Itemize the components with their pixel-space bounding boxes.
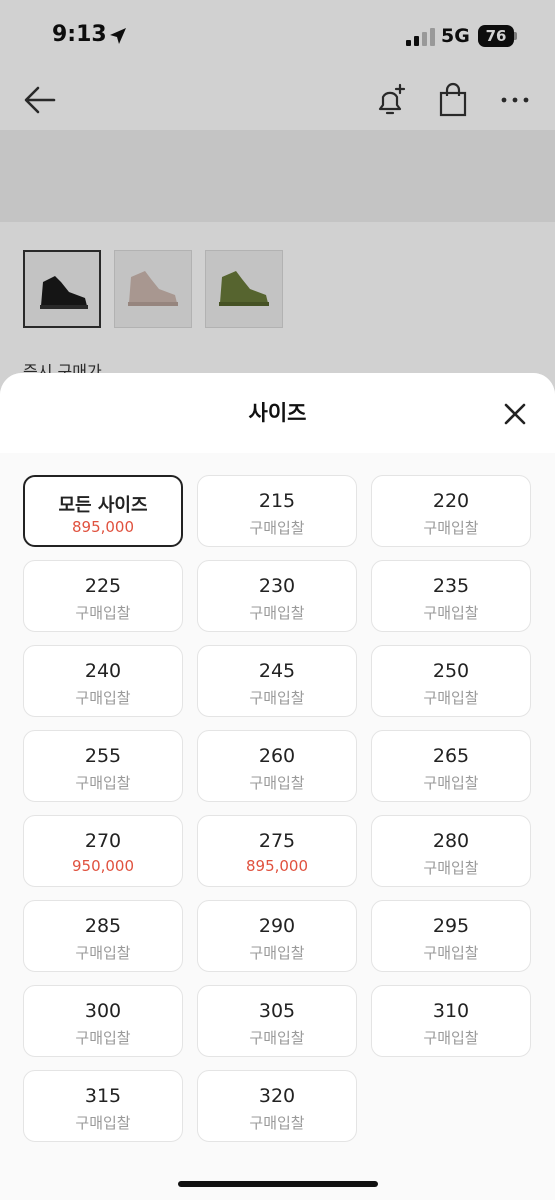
- size-option[interactable]: 225 구매입찰: [23, 560, 183, 632]
- size-option[interactable]: 220 구매입찰: [371, 475, 531, 547]
- size-price: 구매입찰: [423, 774, 479, 792]
- size-label: 275: [258, 830, 296, 852]
- size-price: 구매입찰: [249, 1029, 305, 1047]
- size-label: 225: [84, 575, 122, 597]
- size-price: 구매입찰: [249, 944, 305, 962]
- size-label: 260: [258, 745, 296, 767]
- size-label: 285: [84, 915, 122, 937]
- size-option[interactable]: 250 구매입찰: [371, 645, 531, 717]
- size-label: 320: [258, 1085, 296, 1107]
- size-option[interactable]: 265 구매입찰: [371, 730, 531, 802]
- size-option[interactable]: 215 구매입찰: [197, 475, 357, 547]
- size-option[interactable]: 모든 사이즈 895,000: [23, 475, 183, 547]
- size-label: 모든 사이즈: [58, 495, 148, 516]
- size-option[interactable]: 320 구매입찰: [197, 1070, 357, 1142]
- size-option[interactable]: 270 950,000: [23, 815, 183, 887]
- size-price: 구매입찰: [249, 604, 305, 622]
- size-label: 310: [432, 1000, 470, 1022]
- size-price: 구매입찰: [75, 944, 131, 962]
- size-price: 950,000: [71, 857, 135, 875]
- size-price: 구매입찰: [75, 1029, 131, 1047]
- size-option[interactable]: 255 구매입찰: [23, 730, 183, 802]
- size-option[interactable]: 285 구매입찰: [23, 900, 183, 972]
- size-option[interactable]: 315 구매입찰: [23, 1070, 183, 1142]
- size-label: 305: [258, 1000, 296, 1022]
- size-price: 구매입찰: [249, 774, 305, 792]
- size-price: 구매입찰: [75, 1114, 131, 1132]
- size-label: 315: [84, 1085, 122, 1107]
- size-label: 230: [258, 575, 296, 597]
- sheet-header: 사이즈: [0, 373, 555, 453]
- size-option[interactable]: 245 구매입찰: [197, 645, 357, 717]
- size-option[interactable]: 305 구매입찰: [197, 985, 357, 1057]
- size-option[interactable]: 300 구매입찰: [23, 985, 183, 1057]
- size-option[interactable]: 290 구매입찰: [197, 900, 357, 972]
- size-label: 245: [258, 660, 296, 682]
- size-label: 300: [84, 1000, 122, 1022]
- size-option[interactable]: 260 구매입찰: [197, 730, 357, 802]
- size-option[interactable]: 240 구매입찰: [23, 645, 183, 717]
- size-label: 270: [84, 830, 122, 852]
- size-option[interactable]: 230 구매입찰: [197, 560, 357, 632]
- size-option[interactable]: 235 구매입찰: [371, 560, 531, 632]
- size-label: 215: [258, 490, 296, 512]
- size-label: 255: [84, 745, 122, 767]
- size-label: 235: [432, 575, 470, 597]
- size-price: 구매입찰: [75, 689, 131, 707]
- size-price: 구매입찰: [249, 689, 305, 707]
- size-label: 220: [432, 490, 470, 512]
- size-price: 구매입찰: [423, 519, 479, 537]
- size-label: 290: [258, 915, 296, 937]
- size-price: 구매입찰: [249, 1114, 305, 1132]
- size-price: 구매입찰: [423, 944, 479, 962]
- size-price: 구매입찰: [423, 689, 479, 707]
- close-icon[interactable]: [498, 397, 532, 431]
- size-label: 250: [432, 660, 470, 682]
- size-bottom-sheet: 사이즈 모든 사이즈 895,000 215 구매입찰 220 구매입찰 225 구매입찰 23…: [0, 373, 555, 1200]
- home-indicator: [178, 1181, 378, 1187]
- sheet-title: 사이즈: [248, 401, 307, 425]
- size-option[interactable]: 275 895,000: [197, 815, 357, 887]
- size-price: 구매입찰: [423, 604, 479, 622]
- size-price: 895,000: [71, 518, 135, 536]
- size-label: 280: [432, 830, 470, 852]
- size-label: 265: [432, 745, 470, 767]
- size-price: 구매입찰: [75, 774, 131, 792]
- size-price: 구매입찰: [423, 859, 479, 877]
- size-price: 895,000: [245, 857, 309, 875]
- size-price: 구매입찰: [423, 1029, 479, 1047]
- size-option[interactable]: 280 구매입찰: [371, 815, 531, 887]
- size-option[interactable]: 295 구매입찰: [371, 900, 531, 972]
- size-price: 구매입찰: [75, 604, 131, 622]
- size-label: 295: [432, 915, 470, 937]
- size-price: 구매입찰: [249, 519, 305, 537]
- size-label: 240: [84, 660, 122, 682]
- size-option[interactable]: 310 구매입찰: [371, 985, 531, 1057]
